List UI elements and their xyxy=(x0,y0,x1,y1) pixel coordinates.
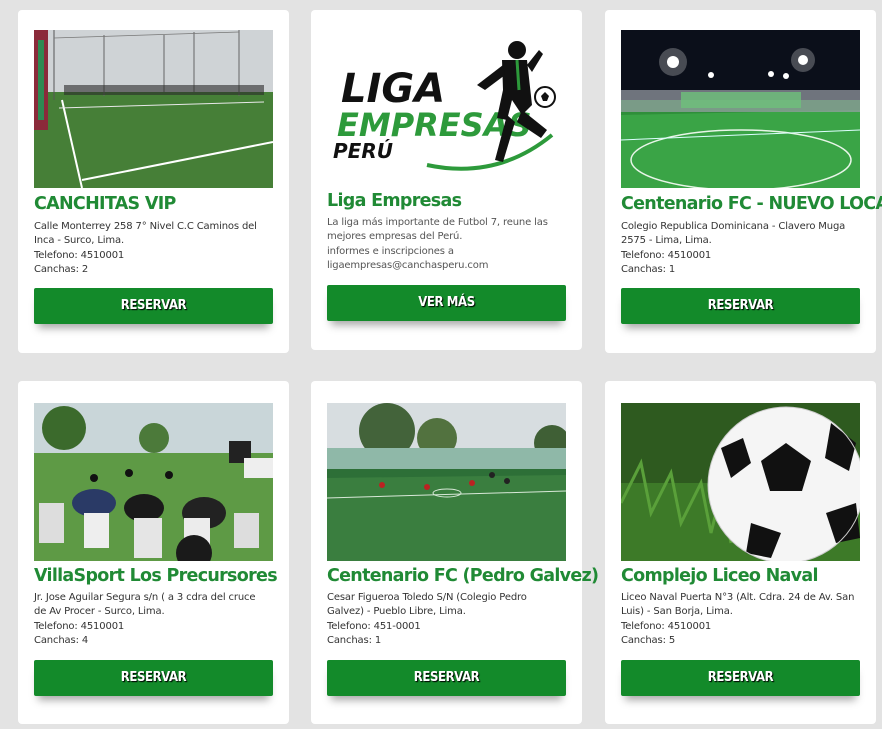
venue-phone: Telefono: 4510001 xyxy=(34,620,125,632)
venue-address-line: Galvez) - Pueblo Libre, Lima. xyxy=(327,606,466,618)
venue-courts: Canchas: 1 xyxy=(327,634,382,646)
venue-details: Jr. Jose Aguilar Segura s/n ( a 3 cdra d… xyxy=(34,591,278,648)
venue-courts: Canchas: 5 xyxy=(621,634,676,646)
venue-photo-image xyxy=(327,403,566,561)
reserve-button[interactable]: RESERVAR xyxy=(34,660,273,696)
venue-details: Liceo Naval Puerta N°3 (Alt. Cdra. 24 de… xyxy=(621,591,865,648)
venue-photo-image xyxy=(621,30,860,188)
venue-name[interactable]: Centenario FC (Pedro Galvez) xyxy=(327,566,599,586)
venue-photo[interactable] xyxy=(621,403,860,561)
venue-name[interactable]: CANCHITAS VIP xyxy=(34,194,176,214)
venue-photo[interactable] xyxy=(327,403,566,561)
reserve-button[interactable]: RESERVAR xyxy=(327,660,566,696)
venue-address-line: Colegio Republica Dominicana - Clavero M… xyxy=(621,221,846,232)
description-line: mejores empresas del Perú. xyxy=(327,231,463,243)
venue-address-line: Inca - Surco, Lima. xyxy=(34,235,124,247)
contact-email: ligaempresas@canchasperu.com xyxy=(327,259,489,271)
venue-name[interactable]: Complejo Liceo Naval xyxy=(621,566,818,586)
venue-name[interactable]: Centenario FC - NUEVO LOCAL xyxy=(621,194,882,214)
venue-photo[interactable] xyxy=(621,30,860,188)
venue-photo-image xyxy=(34,403,273,561)
venue-phone: Telefono: 4510001 xyxy=(34,249,125,261)
reserve-button[interactable]: RESERVAR xyxy=(34,288,273,324)
venue-address-line: Jr. Jose Aguilar Segura s/n ( a 3 cdra d… xyxy=(34,592,256,603)
venue-card-villasport: VillaSport Los Precursores Jr. Jose Agui… xyxy=(18,381,289,724)
description-line: La liga más importante de Futbol 7, reun… xyxy=(327,217,548,228)
liga-description: La liga más importante de Futbol 7, reun… xyxy=(327,216,571,273)
venue-card-liceo-naval: Complejo Liceo Naval Liceo Naval Puerta … xyxy=(605,381,876,724)
venue-phone: Telefono: 4510001 xyxy=(621,620,712,632)
venue-phone: Telefono: 4510001 xyxy=(621,249,712,261)
venue-photo-image xyxy=(34,30,273,188)
venue-phone: Telefono: 451-0001 xyxy=(327,620,421,632)
venue-photo[interactable] xyxy=(34,30,273,188)
venue-address-line: 2575 - Lima, Lima. xyxy=(621,235,712,247)
venue-card-canchitas-vip: CANCHITAS VIP Calle Monterrey 258 7° Niv… xyxy=(18,10,289,353)
liga-logo-image: LIGA EMPRESAS PERÚ xyxy=(327,30,566,188)
ver-mas-button[interactable]: VER MÁS xyxy=(327,285,566,321)
venue-address-line: Liceo Naval Puerta N°3 (Alt. Cdra. 24 de… xyxy=(621,592,855,603)
venue-courts: Canchas: 4 xyxy=(34,634,89,646)
venue-details: Colegio Republica Dominicana - Clavero M… xyxy=(621,220,865,277)
venue-card-liga-empresas: LIGA EMPRESAS PERÚ Liga Empresas La liga… xyxy=(311,10,582,350)
reserve-button[interactable]: RESERVAR xyxy=(621,660,860,696)
liga-empresas-logo[interactable]: LIGA EMPRESAS PERÚ xyxy=(327,30,566,188)
venue-name[interactable]: VillaSport Los Precursores xyxy=(34,566,278,586)
venue-courts: Canchas: 2 xyxy=(34,263,89,275)
venue-name[interactable]: Liga Empresas xyxy=(327,191,462,211)
venue-photo-image xyxy=(621,403,860,561)
venue-details: Cesar Figueroa Toledo S/N (Colegio Pedro… xyxy=(327,591,571,648)
venue-address-line: Calle Monterrey 258 7° Nivel C.C Caminos… xyxy=(34,221,257,232)
description-line: informes e inscripciones a xyxy=(327,245,454,257)
venue-card-centenario-nuevo-local: Centenario FC - NUEVO LOCAL Colegio Repu… xyxy=(605,10,882,353)
venue-photo[interactable] xyxy=(34,403,273,561)
logo-text-peru: PERÚ xyxy=(333,139,393,163)
venue-card-centenario-pedro-galvez: Centenario FC (Pedro Galvez) Cesar Figue… xyxy=(311,381,599,724)
venue-courts: Canchas: 1 xyxy=(621,263,676,275)
reserve-button[interactable]: RESERVAR xyxy=(621,288,860,324)
venue-address-line: Cesar Figueroa Toledo S/N (Colegio Pedro xyxy=(327,592,527,603)
venue-address-line: Luis) - San Borja, Lima. xyxy=(621,606,733,618)
venue-address-line: de Av Procer - Surco, Lima. xyxy=(34,606,165,618)
venue-details: Calle Monterrey 258 7° Nivel C.C Caminos… xyxy=(34,220,278,277)
